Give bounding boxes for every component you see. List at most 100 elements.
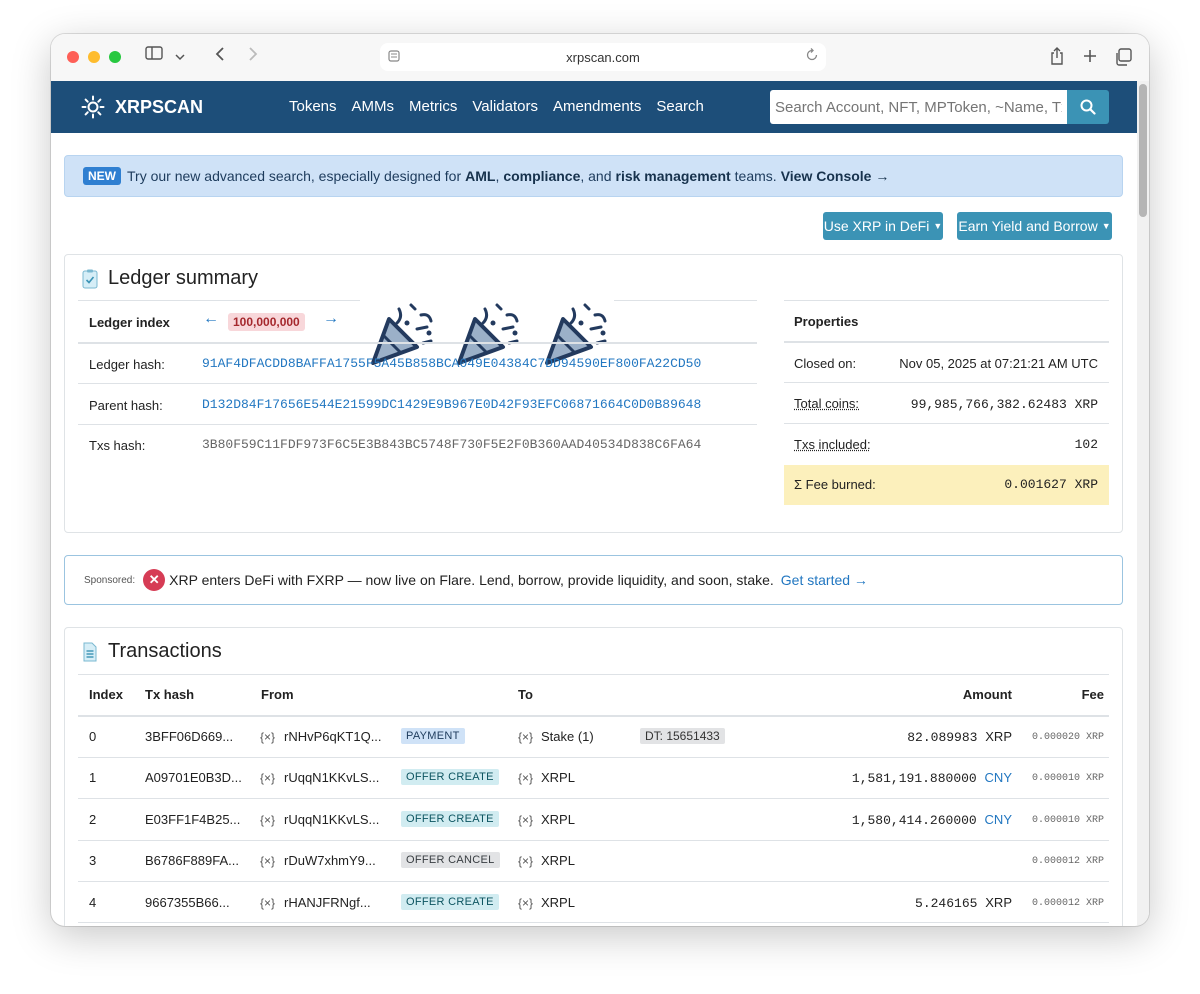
use-xrp-defi-dropdown[interactable]: Use XRP in DeFi ▼ [823,212,943,240]
previous-ledger-arrow[interactable]: ← [203,310,219,328]
ledger-summary-title: Ledger summary [108,267,259,289]
tx-type-badge: OFFER CREATE [401,811,499,827]
tx-amount: 1,580,414.260000 CNY [852,812,1012,828]
account-icon: {×} [518,813,534,827]
announcement-banner: NEW Try our new advanced search, especia… [64,155,1123,197]
earn-yield-dropdown[interactable]: Earn Yield and Borrow ▼ [957,212,1112,240]
divider [78,840,1109,841]
tx-amount: 1,581,191.880000 CNY [852,770,1012,786]
tx-hash-link[interactable]: 3BFF06D669... [145,729,233,744]
amount-currency-link[interactable]: CNY [985,812,1012,827]
share-icon[interactable] [1050,47,1064,70]
tx-type-badge: OFFER CREATE [401,894,499,910]
parent-hash-label: Parent hash: [89,398,163,413]
clipboard-icon [82,269,98,288]
search-button[interactable] [1067,90,1109,124]
nav-search[interactable]: Search [656,98,704,115]
nav-links: Tokens AMMs Metrics Validators Amendment… [289,98,719,115]
account-icon: {×} [260,813,276,827]
tx-index: 4 [89,895,97,910]
closed-on-value: Nov 05, 2025 at 07:21:21 AM UTC [899,356,1098,371]
transactions-title: Transactions [108,640,222,662]
sponsored-text: XRP enters DeFi with FXRP — now live on … [169,572,774,588]
banner-comma: , [495,168,500,184]
reload-icon[interactable] [805,48,819,65]
divider [78,757,1109,758]
transactions-header: Transactions [82,640,222,663]
divider [78,715,1109,717]
to-account: XRPL [541,895,575,910]
search-input[interactable] [770,90,1067,124]
nav-tokens[interactable]: Tokens [289,98,337,115]
txs-hash-value: 3B80F59C11FDF973F6C5E3B843BC5748F730F5E2… [202,437,702,452]
new-tab-icon[interactable] [1083,49,1097,68]
minimize-window-button[interactable] [88,51,100,63]
properties-label: Properties [794,314,859,329]
tx-fee: 0.000020 XRP [1031,732,1104,743]
ledger-summary-header: Ledger summary [82,267,258,290]
ledger-hash-value[interactable]: 91AF4DFACDD8BAFFA1755F5A45B858BCA049E043… [202,356,701,371]
tx-hash-link[interactable]: 9667355B66... [145,895,230,910]
divider [78,798,1109,799]
back-icon[interactable] [215,46,225,67]
total-coins-amount: 99,985,766,382.62483 XRP [910,397,1098,412]
banner-text-1: Try our new advanced search, especially … [127,168,462,184]
column-header-to: To [518,687,533,702]
nav-amendments[interactable]: Amendments [553,98,641,115]
column-header-amount: Amount [962,687,1012,702]
divider [614,300,757,301]
zoom-window-button[interactable] [109,51,121,63]
tab-overview-icon[interactable] [1114,48,1132,71]
tx-hash-link[interactable]: E03FF1F4B25... [145,812,240,827]
tx-hash-link[interactable]: B6786F889FA... [145,853,239,868]
view-console-link[interactable]: View Console → [781,168,890,184]
banner-text-2: , and [580,168,612,184]
search-icon [1080,99,1096,115]
tx-type-badge: PAYMENT [401,728,465,744]
scrollbar-thumb[interactable] [1139,84,1147,217]
tx-fee: 0.000012 XRP [1031,856,1104,867]
ledger-hash-label: Ledger hash: [89,357,165,372]
from-account-link[interactable]: rUqqN1KKvLS... [284,812,379,827]
txs-included-label: Txs included: [794,437,871,452]
fee-burned-value: 0.001627 XRP [1004,477,1098,492]
divider [784,300,1109,301]
page-settings-icon[interactable] [387,49,401,66]
amount-value: 1,581,191.880000 [851,771,977,786]
next-ledger-arrow[interactable]: → [323,310,339,328]
destination-tag-badge: DT: 15651433 [640,728,725,744]
from-account-link[interactable]: rHANJFRNgf... [284,895,371,910]
tx-hash-link[interactable]: A09701E0B3D... [145,770,242,785]
to-account: XRPL [541,812,575,827]
browser-window: xrpscan.com XRPSCAN Tokens AMMs Metrics … [51,34,1149,926]
address-bar[interactable]: xrpscan.com [380,43,826,71]
sponsored-bar: Sponsored: ✕ XRP enters DeFi with FXRP —… [64,555,1123,605]
caret-down-icon: ▼ [1101,221,1111,231]
sidebar-toggle-icon[interactable] [145,46,163,65]
account-icon: {×} [518,896,534,910]
chevron-down-icon[interactable] [175,48,185,66]
amount-currency-link[interactable]: CNY [985,770,1012,785]
to-account-link[interactable]: Stake (1) [541,729,594,744]
from-account-link[interactable]: rNHvP6qKT1Q... [284,729,382,744]
account-icon: {×} [260,730,276,744]
tx-fee: 0.000010 XRP [1031,815,1104,826]
amount-currency: XRP [985,729,1012,744]
from-account-link[interactable]: rDuW7xhmY9... [284,853,376,868]
nav-validators[interactable]: Validators [472,98,538,115]
nav-metrics[interactable]: Metrics [409,98,457,115]
parent-hash-link[interactable]: D132D84F17656E544E21599DC1429E9B967E0D42… [202,397,701,412]
to-account: XRPL [541,770,575,785]
get-started-link[interactable]: Get started → [781,572,868,588]
browser-toolbar: xrpscan.com [51,34,1149,81]
close-window-button[interactable] [67,51,79,63]
column-header-from: From [261,687,294,702]
forward-icon[interactable] [248,46,258,67]
nav-amms[interactable]: AMMs [352,98,395,115]
to-account: XRPL [541,853,575,868]
brand-logo[interactable]: XRPSCAN [81,95,203,119]
document-icon [83,642,97,661]
account-icon: {×} [260,771,276,785]
from-account-link[interactable]: rUqqN1KKvLS... [284,770,379,785]
banner-text-3: teams. [734,168,777,184]
